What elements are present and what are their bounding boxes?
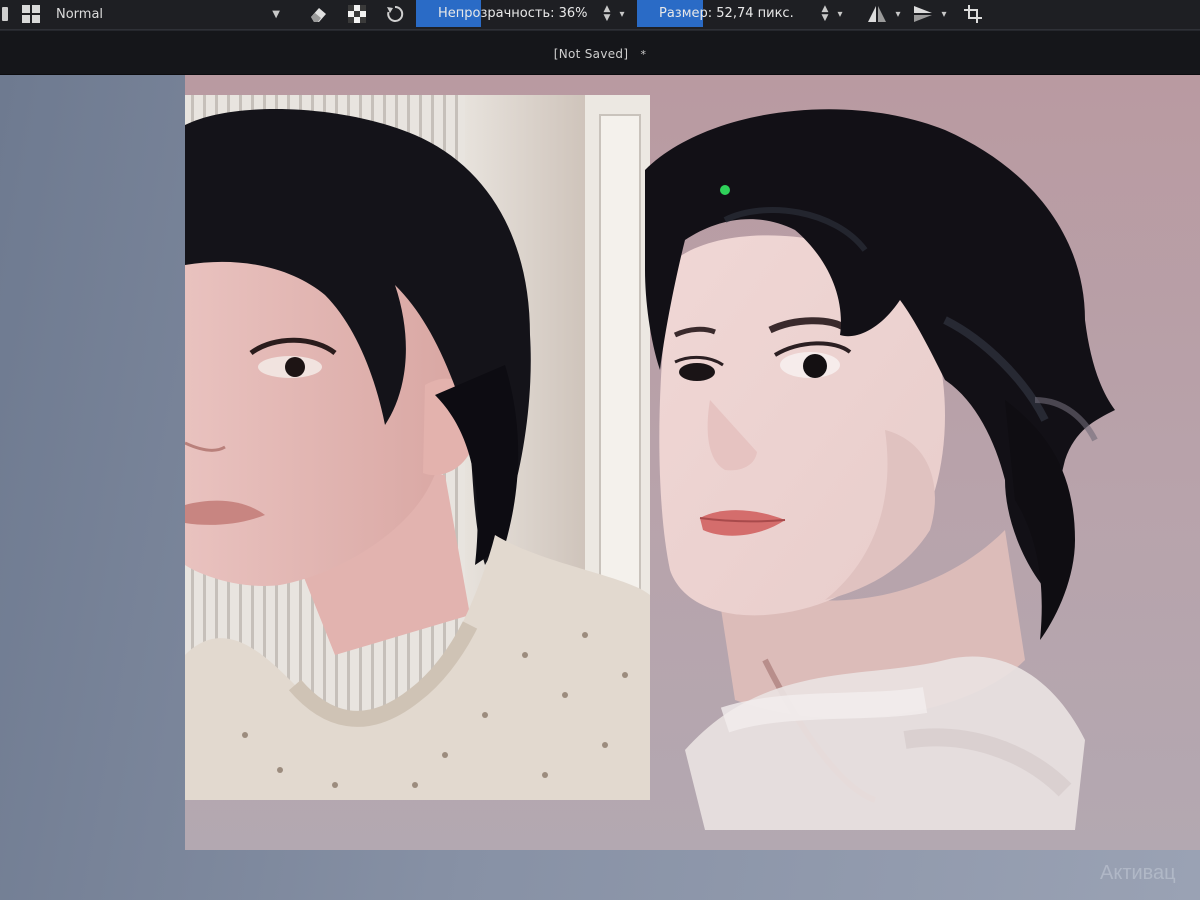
size-spin-buttons[interactable]: ▲ ▼ [818, 0, 832, 28]
mirror-horizontal-icon[interactable] [864, 0, 890, 28]
wrap-around-icon[interactable] [960, 0, 986, 28]
digital-painting [645, 109, 1115, 830]
brush-toolbar: Normal ▼ Непрозрачность: 36% ▲ ▼ ▾ Разме… [0, 0, 1200, 30]
size-slider[interactable]: Размер: 52,74 пикс. [637, 0, 813, 27]
reference-photo [185, 95, 650, 800]
mirror-vertical-icon[interactable] [910, 0, 936, 28]
opacity-menu-chevron-icon[interactable]: ▾ [616, 0, 628, 28]
opacity-label: Непрозрачность: 36% [438, 6, 588, 21]
size-menu-chevron-icon[interactable]: ▾ [834, 0, 846, 28]
alpha-lock-icon[interactable] [344, 0, 370, 28]
document-tab-bar: [Not Saved] * [0, 31, 1200, 75]
brush-cursor-icon [720, 185, 730, 195]
mirror-horizontal-chevron-icon[interactable]: ▾ [892, 0, 904, 28]
blend-mode-value: Normal [56, 6, 104, 22]
toolbar-edge-icon [0, 0, 12, 28]
opacity-slider[interactable]: Непрозрачность: 36% [416, 0, 596, 27]
brush-presets-icon[interactable] [18, 0, 44, 28]
canvas-workspace[interactable] [0, 75, 1200, 900]
eraser-icon[interactable] [305, 0, 331, 28]
reload-preset-icon[interactable] [382, 0, 408, 28]
modified-marker: * [640, 48, 647, 61]
size-label: Размер: 52,74 пикс. [659, 6, 794, 21]
dropdown-chevron-icon: ▼ [272, 8, 280, 20]
document-tab[interactable]: [Not Saved] * [0, 47, 1200, 61]
opacity-spin-buttons[interactable]: ▲ ▼ [600, 0, 614, 28]
document-title: [Not Saved] [553, 47, 629, 61]
drawing-canvas[interactable] [185, 75, 1200, 850]
blend-mode-select[interactable]: Normal ▼ [56, 0, 286, 28]
mirror-vertical-chevron-icon[interactable]: ▾ [938, 0, 950, 28]
windows-activation-watermark: Активац [1100, 862, 1176, 884]
